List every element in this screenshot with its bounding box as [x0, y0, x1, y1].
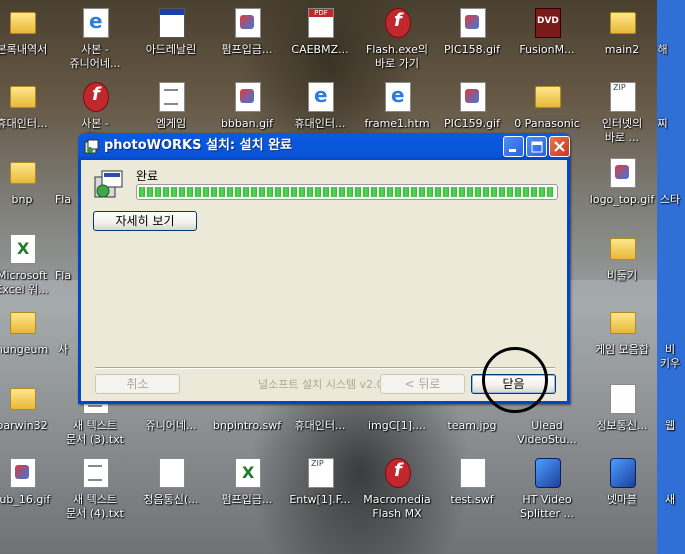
progress-bar: [136, 184, 558, 200]
show-details-button[interactable]: 자세히 보기: [93, 211, 197, 231]
flash-icon: [385, 8, 411, 38]
desktop-icon-right-3[interactable]: 정보통신...: [582, 382, 662, 446]
desktop-icon-left-3[interactable]: barwin32: [0, 382, 62, 446]
desktop-icon-l-6[interactable]: 새: [655, 456, 685, 520]
desktop-icon-right-2[interactable]: 게임 모음합: [582, 306, 662, 370]
desktop-icon-r1-0[interactable]: 본록내역서: [0, 6, 62, 70]
excel-icon: [235, 458, 261, 488]
image-file-icon: [235, 8, 261, 38]
back-button[interactable]: < 뒤로: [380, 374, 465, 394]
desktop-icon-right-4[interactable]: 넷마블: [582, 456, 662, 520]
installer-setup-icon: [94, 170, 123, 198]
zip-icon: [308, 458, 334, 488]
video-splitter-icon: [535, 458, 561, 488]
flash-icon: [83, 82, 109, 112]
desktop-icon-r1-9[interactable]: 해: [640, 6, 685, 70]
desktop-icon-r1-1[interactable]: 사본 - 쥬니어네...: [55, 6, 135, 70]
image-file-icon: [10, 458, 36, 488]
close-icon: [554, 141, 565, 152]
desktop-icon-r1-5[interactable]: Flash.exe의 바로 가기: [357, 6, 437, 70]
desktop-icon-l-5[interactable]: HT Video Splitter ...: [507, 456, 587, 520]
cancel-button[interactable]: 취소: [95, 374, 180, 394]
installer-app-icon: [84, 139, 99, 154]
desktop-icon-left-4[interactable]: sub_16.gif: [0, 456, 62, 520]
desktop-icon-r1-2[interactable]: 아드레날린: [131, 6, 211, 70]
desktop-icon-l-4[interactable]: test.swf: [432, 456, 512, 520]
swf-file-icon: [460, 458, 486, 488]
desktop-icon-r1-3[interactable]: 펌프입금...: [207, 6, 287, 70]
maximize-icon: [531, 141, 543, 153]
maximize-button[interactable]: [526, 136, 547, 157]
folder-icon: [610, 12, 636, 34]
document-icon: [159, 458, 185, 488]
image-file-icon: [460, 82, 486, 112]
installer-brand-text: 널소프트 설치 시스템 v2.0: [258, 378, 384, 391]
desktop-icon-edge-0[interactable]: 스타: [655, 156, 685, 220]
folder-icon: [10, 12, 36, 34]
folder-icon: [610, 312, 636, 334]
ie-shortcut-icon: [83, 8, 109, 38]
desktop-icon-l-3[interactable]: Macromedia Flash MX: [357, 456, 437, 520]
desktop-icon-r1-6[interactable]: PIC158.gif: [432, 6, 512, 70]
image-file-icon: [460, 8, 486, 38]
dvd-icon: [535, 8, 561, 38]
document-icon: [610, 384, 636, 414]
progress-bar-fill: [139, 187, 555, 197]
text-file-icon: [159, 82, 185, 112]
pdf-icon: [308, 8, 334, 38]
desktop-icon-r1-4[interactable]: CAEBMZ...: [280, 6, 360, 70]
desktop-icon-l-2[interactable]: Entw[1].F...: [280, 456, 360, 520]
status-label: 완료: [136, 169, 159, 183]
desktop-icon-r2-0[interactable]: 휴대인터...: [0, 80, 62, 144]
desktop-icon-r2-9[interactable]: 찌: [640, 80, 685, 144]
dialog-title-bar[interactable]: photoWORKS 설치: 설치 완료: [81, 133, 570, 160]
zip-icon: [610, 82, 636, 112]
app-icon: [610, 458, 636, 488]
close-window-button[interactable]: [549, 136, 570, 157]
ie-shortcut-icon: [385, 82, 411, 112]
desktop-icon-right-0[interactable]: logo_top.gif: [582, 156, 662, 220]
ie-shortcut-icon: [308, 82, 334, 112]
minimize-button[interactable]: [503, 136, 524, 157]
folder-icon: [535, 86, 561, 108]
flash-icon: [385, 458, 411, 488]
image-file-icon: [235, 82, 261, 112]
desktop-icon-edge-1[interactable]: 비 키우: [655, 306, 685, 370]
text-file-icon: [83, 458, 109, 488]
desktop-icon-edge-2[interactable]: 웹: [655, 382, 685, 446]
desktop-icon-right-1[interactable]: 비둘기: [582, 232, 662, 296]
window-icon: [159, 8, 185, 38]
desktop-icon-l-0[interactable]: 청음통신(...: [131, 456, 211, 520]
desktop-icon-r1-7[interactable]: FusionM...: [507, 6, 587, 70]
minimize-icon: [509, 149, 516, 152]
annotation-circle: [482, 347, 548, 413]
image-file-icon: [610, 158, 636, 188]
desktop-icon-left2-4[interactable]: 새 텍스트 문서 (4).txt: [55, 456, 135, 520]
folder-icon: [10, 86, 36, 108]
folder-icon: [10, 388, 36, 410]
folder-icon: [610, 238, 636, 260]
dialog-title: photoWORKS 설치: 설치 완료: [104, 138, 293, 153]
desktop-icon-l-1[interactable]: 펌프입금...: [207, 456, 287, 520]
